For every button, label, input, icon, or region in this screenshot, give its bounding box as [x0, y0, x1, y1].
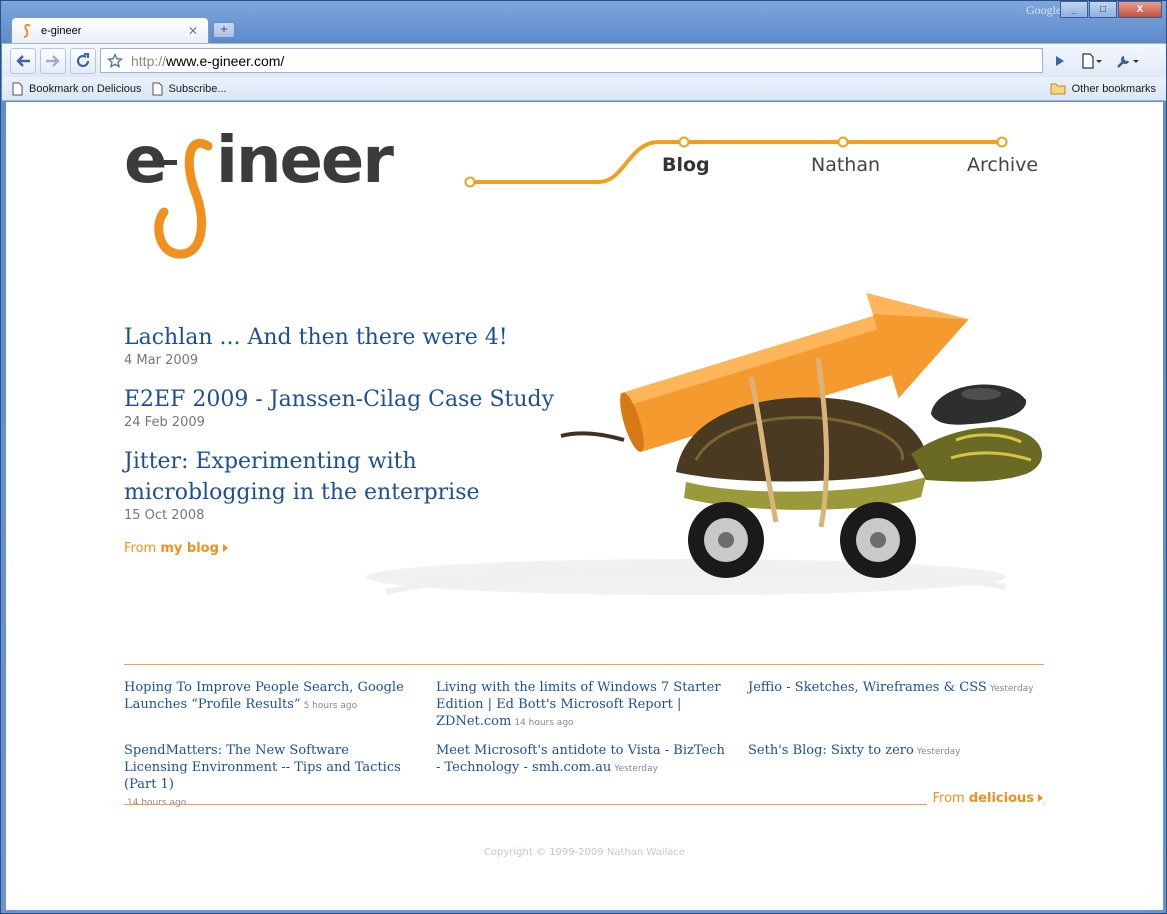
post-date: 4 Mar 2009 — [124, 353, 199, 368]
browser-window: e-gineer ✕ + Google _ □ X http://www.e-g… — [0, 0, 1167, 914]
browser-brand: Google — [1026, 3, 1062, 17]
from-prefix: From — [932, 791, 965, 806]
from-prefix: From — [124, 541, 157, 556]
maximize-button[interactable]: □ — [1089, 1, 1117, 18]
from-source: my blog — [160, 541, 219, 556]
divider-bottom — [124, 804, 1044, 805]
link-age: 5 hours ago — [303, 701, 358, 711]
link-title: Jeffio - Sketches, Wireframes & CSS — [748, 680, 987, 695]
tab-close-icon[interactable]: ✕ — [186, 24, 200, 38]
delicious-link[interactable]: Living with the limits of Windows 7 Star… — [436, 679, 726, 732]
url-text: http://www.e-gineer.com/ — [131, 53, 284, 69]
arrow-right-icon — [222, 544, 228, 552]
link-title: SpendMatters: The New Software Licensing… — [124, 743, 401, 792]
divider-top — [124, 664, 1044, 665]
link-age: 14 hours ago — [514, 718, 574, 728]
page-icon — [12, 82, 23, 95]
bookmark-label: Bookmark on Delicious — [29, 82, 142, 95]
nav-archive[interactable]: Archive — [967, 154, 1038, 176]
page-menu-button[interactable] — [1077, 48, 1107, 73]
wrench-icon — [1117, 55, 1139, 68]
link-title: Hoping To Improve People Search, Google … — [124, 680, 404, 712]
page-viewport: e ineer Blog Nathan Archive Lachlan ... … — [6, 102, 1163, 910]
link-age: Yesterday — [989, 684, 1034, 694]
reload-icon — [76, 52, 90, 67]
link-title: Living with the limits of Windows 7 Star… — [436, 680, 721, 729]
nav-blog[interactable]: Blog — [662, 154, 710, 176]
site-logo[interactable]: e ineer — [124, 124, 454, 264]
svg-text:ineer: ineer — [216, 124, 394, 198]
other-bookmarks[interactable]: Other bookmarks — [1050, 82, 1156, 95]
nav-nathan[interactable]: Nathan — [811, 154, 880, 176]
link-age: Yesterday — [916, 747, 961, 757]
window-controls: _ □ X — [1060, 1, 1162, 18]
reload-button[interactable] — [70, 47, 96, 74]
link-title: Seth's Blog: Sixty to zero — [748, 743, 914, 758]
copyright: Copyright © 1999-2009 Nathan Wallace — [483, 847, 686, 858]
address-bar[interactable]: http://www.e-gineer.com/ — [100, 48, 1043, 73]
page-icon — [1082, 52, 1102, 69]
link-title: Meet Microsoft's antidote to Vista - Biz… — [436, 743, 725, 775]
delicious-link[interactable]: Hoping To Improve People Search, Google … — [124, 679, 414, 715]
link-age: 14 hours ago — [127, 798, 187, 808]
tab-title: e-gineer — [41, 24, 82, 37]
url-host: www.e-gineer.com/ — [166, 52, 285, 69]
bookmark-star-icon[interactable] — [105, 52, 125, 69]
post-title[interactable]: E2EF 2009 - Janssen-Cilag Case Study — [124, 384, 564, 415]
tools-menu-button[interactable] — [1113, 48, 1143, 73]
site-favicon-icon — [20, 23, 34, 38]
post-title[interactable]: Lachlan ... And then there were 4! — [124, 322, 564, 353]
tab-strip: e-gineer ✕ + Google _ □ X — [1, 1, 1166, 43]
page-icon — [152, 82, 162, 95]
delicious-link[interactable]: SpendMatters: The New Software Licensing… — [124, 742, 414, 812]
back-button[interactable] — [10, 47, 36, 74]
go-button[interactable] — [1049, 48, 1071, 73]
link-age: Yesterday — [614, 764, 658, 774]
post-date: 15 Oct 2008 — [124, 508, 205, 523]
post-title[interactable]: Jitter: Experimenting with microblogging… — [124, 446, 524, 508]
browser-toolbar: http://www.e-gineer.com/ — [2, 43, 1166, 77]
blog-posts: Lachlan ... And then there were 4! 4 Mar… — [124, 322, 564, 556]
bookmark-delicious[interactable]: Bookmark on Delicious — [12, 82, 142, 96]
url-scheme: http:// — [131, 52, 167, 69]
from-delicious-link[interactable]: From delicious — [926, 791, 1043, 806]
bookmark-label: Subscribe... — [168, 82, 227, 95]
delicious-link[interactable]: Seth's Blog: Sixty to zero Yesterday — [748, 742, 1044, 761]
tab-e-gineer[interactable]: e-gineer ✕ — [11, 17, 209, 43]
new-tab-button[interactable]: + — [213, 22, 235, 38]
post-date: 24 Feb 2009 — [124, 415, 205, 430]
back-arrow-icon — [16, 54, 30, 67]
close-window-button[interactable]: X — [1118, 1, 1162, 18]
go-arrow-icon — [1056, 55, 1064, 66]
svg-text:e: e — [124, 124, 166, 198]
from-source: delicious — [968, 791, 1034, 806]
minimize-button[interactable]: _ — [1060, 1, 1088, 18]
other-bookmarks-label: Other bookmarks — [1071, 82, 1156, 95]
folder-icon — [1050, 83, 1066, 95]
forward-arrow-icon — [46, 54, 60, 67]
bookmarks-bar: Bookmark on Delicious Subscribe... Other… — [2, 77, 1166, 101]
bookmark-subscribe[interactable]: Subscribe... — [152, 82, 227, 96]
forward-button[interactable] — [40, 47, 66, 74]
delicious-link[interactable]: Jeffio - Sketches, Wireframes & CSS Yeste… — [748, 679, 1044, 698]
from-blog-link[interactable]: From my blog — [124, 541, 564, 556]
nav-track — [464, 136, 1008, 188]
delicious-link[interactable]: Meet Microsoft's antidote to Vista - Biz… — [436, 742, 726, 778]
arrow-right-icon — [1038, 794, 1043, 802]
